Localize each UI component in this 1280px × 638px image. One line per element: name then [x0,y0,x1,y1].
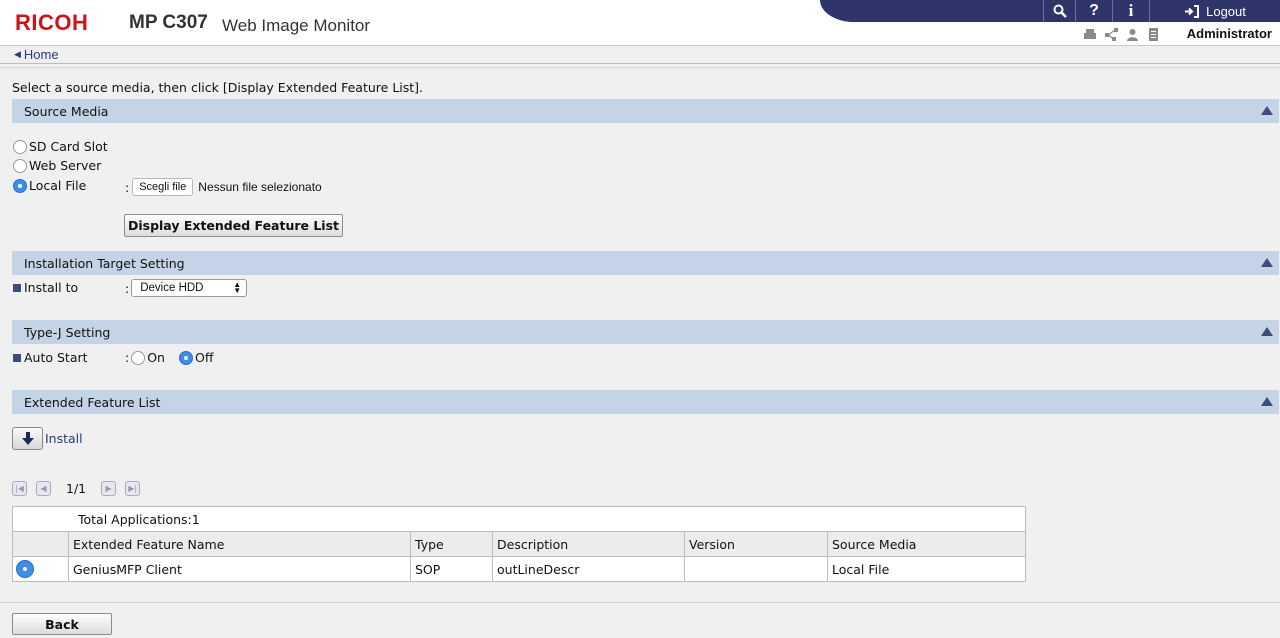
cell-name: GeniusMFP Client [68,556,411,582]
breadcrumb: ◀ Home [14,47,59,62]
divider [0,67,1280,68]
status-icons [1084,28,1160,41]
install-to-field: Install to [13,280,78,295]
cell-source: Local File [827,556,1026,582]
file-status: Nessun file selezionato [198,180,322,194]
separator: : [125,179,130,195]
collapse-icon[interactable] [1261,327,1273,336]
chevron-left-icon: ◀ [14,49,21,59]
display-feature-list-button[interactable]: Display Extended Feature List [124,214,343,237]
section-extended-feature-list: Extended Feature List [12,390,1279,414]
cell-description: outLineDescr [492,556,685,582]
document-icon[interactable] [1147,28,1160,41]
download-icon [21,431,34,445]
home-link[interactable]: Home [24,47,59,62]
logout-icon [1185,4,1200,18]
install-link[interactable]: Install [45,431,83,446]
auto-start-field: Auto Start [13,350,88,365]
install-to-label: Install to [24,280,79,295]
radio-sd-card[interactable]: SD Card Slot [13,139,108,154]
total-applications: Total Applications:1 [12,506,1026,532]
column-header: Description [492,531,685,557]
auto-start-options: : On Off [125,350,213,365]
radio-on[interactable] [131,350,146,365]
user-icon[interactable] [1126,28,1139,41]
column-header: Version [684,531,828,557]
page-indicator: 1/1 [66,481,87,496]
radio-label: Web Server [29,158,102,173]
install-button[interactable] [12,427,43,450]
collapse-icon[interactable] [1261,106,1273,115]
logout-button[interactable]: Logout [1149,0,1280,22]
select-column-header [12,531,69,557]
logout-label: Logout [1206,3,1246,19]
back-button[interactable]: Back [12,613,112,635]
collapse-icon[interactable] [1261,397,1273,406]
table-row[interactable]: GeniusMFP Client SOP outLineDescr Local … [12,556,1026,582]
radio-button[interactable] [13,158,27,173]
column-header: Extended Feature Name [68,531,411,557]
section-typej: Type-J Setting [12,320,1279,344]
file-picker: : Scegli file Nessun file selezionato [125,178,322,196]
network-icon[interactable] [1105,28,1118,41]
section-title: Type-J Setting [24,324,111,340]
brand-logo: RICOH [15,10,89,35]
applications-table: Total Applications:1 Extended Feature Na… [12,506,1026,582]
install-to-control: : Device HDD ▲ ▼ [125,279,248,297]
install-to-select[interactable]: Device HDD ▲ ▼ [131,279,248,297]
pagination: |◀ ◀ 1/1 ▶ ▶| [12,481,141,496]
next-page-icon[interactable]: ▶ [101,481,117,496]
column-header: Type [410,531,493,557]
radio-label: On [147,350,165,365]
section-title: Extended Feature List [24,394,161,410]
product-name: Web Image Monitor [222,16,371,35]
user-name: Administrator [1186,26,1272,41]
separator: : [125,280,130,296]
printer-status-icon[interactable] [1084,28,1097,41]
prev-page-icon[interactable]: ◀ [36,481,51,496]
button-label: Display Extended Feature List [127,218,340,233]
first-page-icon[interactable]: |◀ [12,481,27,496]
section-title: Installation Target Setting [24,255,185,271]
cell-version [684,556,828,582]
radio-local-file[interactable]: Local File [13,178,86,193]
button-label: Back [45,616,79,632]
select-value: Device HDD [140,282,204,294]
row-radio-selected[interactable] [16,560,34,578]
column-header: Source Media [827,531,1026,557]
help-icon[interactable]: ? [1075,0,1112,22]
last-page-icon[interactable]: ▶| [125,481,141,496]
instruction-text: Select a source media, then click [Displ… [12,80,424,95]
separator: : [125,350,130,365]
row-select-cell [12,556,69,582]
divider [0,602,1280,603]
model-name: MP C307 [129,12,208,33]
radio-label: Local File [29,178,87,193]
section-installation-target: Installation Target Setting [12,251,1279,275]
auto-start-label: Auto Start [24,350,88,365]
radio-web-server[interactable]: Web Server [13,158,101,173]
divider [0,63,1280,64]
bullet-icon [13,283,21,292]
radio-off[interactable] [178,350,193,365]
header: RICOH MP C307 Web Image Monitor ? i Logo… [0,0,1280,46]
radio-label: Off [194,350,214,365]
total-value: 1 [191,511,200,527]
section-title: Source Media [24,103,109,119]
total-label: Total Applications: [78,511,192,527]
info-icon[interactable]: i [1112,0,1149,22]
search-icon[interactable] [1043,0,1075,22]
bullet-icon [13,353,21,362]
total-row: Total Applications:1 [12,506,1026,532]
section-source-media: Source Media [12,99,1279,123]
collapse-icon[interactable] [1261,258,1273,267]
cell-type: SOP [410,556,493,582]
updown-arrow-icon: ▲ ▼ [233,280,242,295]
top-toolbar: ? i Logout [820,0,1280,22]
table-header: Extended Feature Name Type Description V… [12,531,1026,557]
radio-button[interactable] [13,139,27,154]
choose-file-button[interactable]: Scegli file [132,178,194,196]
radio-button-selected[interactable] [13,178,27,193]
radio-label: SD Card Slot [29,139,108,154]
